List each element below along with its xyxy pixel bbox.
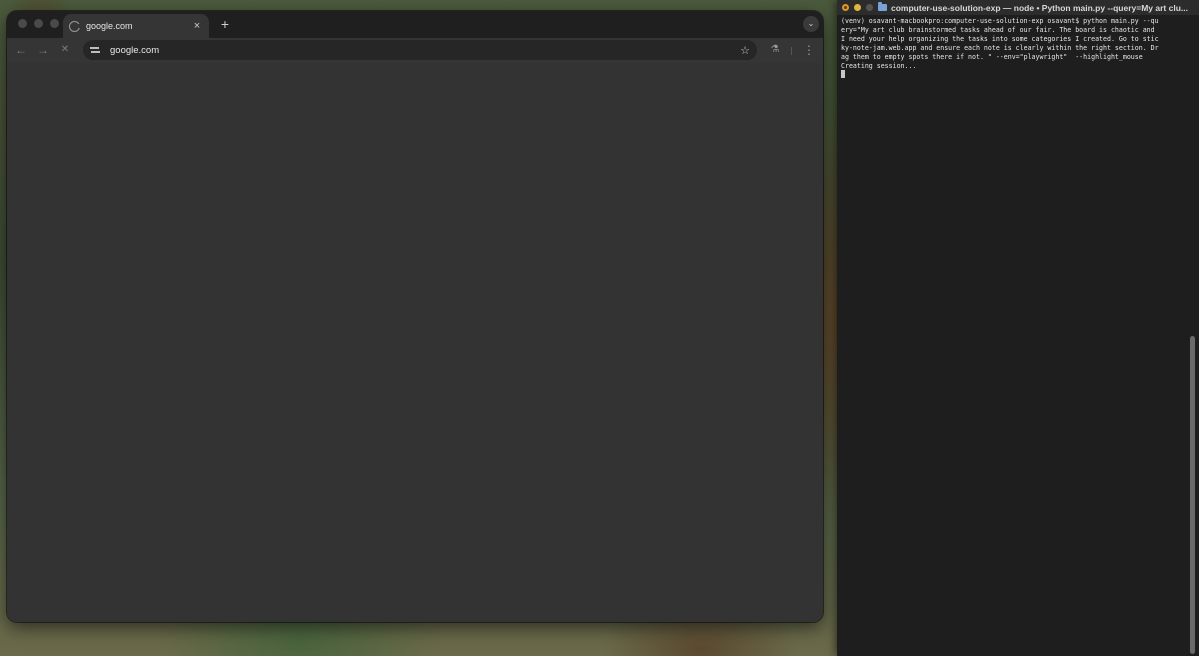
tune-icon[interactable] bbox=[88, 45, 104, 55]
terminal-output[interactable]: (venv) osavant-macbookpro:computer-use-s… bbox=[841, 17, 1185, 79]
url-input[interactable] bbox=[110, 44, 741, 56]
terminal-line: I need your help organizing the tasks in… bbox=[841, 34, 1159, 43]
tab-google[interactable]: google.com × bbox=[63, 14, 209, 38]
tab-strip: google.com × + ⌄ bbox=[7, 11, 823, 38]
close-tab-icon[interactable]: × bbox=[191, 20, 203, 32]
terminal-line: ery="My art club brainstormed tasks ahea… bbox=[841, 25, 1155, 34]
terminal-titlebar: computer-use-solution-exp — node • Pytho… bbox=[837, 0, 1199, 15]
terminal-line: ag them to empty spots there if not. " -… bbox=[841, 52, 1143, 61]
labs-flask-icon[interactable]: ⚗ bbox=[768, 42, 782, 58]
folder-icon bbox=[878, 2, 887, 11]
minimize-window-button[interactable] bbox=[34, 19, 43, 28]
tab-search-button[interactable]: ⌄ bbox=[803, 16, 819, 32]
google-g-icon bbox=[69, 20, 81, 32]
back-arrow-icon[interactable]: ← bbox=[13, 42, 29, 58]
terminal-window: computer-use-solution-exp — node • Pytho… bbox=[837, 0, 1199, 656]
terminal-line: Creating session... bbox=[841, 61, 917, 70]
address-bar[interactable]: ☆ bbox=[83, 40, 757, 60]
browser-toolbar: ← → ✕ ☆ ⚗ ⋮ bbox=[7, 38, 823, 64]
page-content[interactable] bbox=[7, 63, 823, 622]
new-tab-button[interactable]: + bbox=[217, 16, 233, 32]
stop-loading-icon[interactable]: ✕ bbox=[57, 42, 73, 58]
terminal-cursor bbox=[841, 70, 845, 79]
terminal-close-button[interactable] bbox=[842, 4, 849, 11]
terminal-minimize-button[interactable] bbox=[854, 4, 861, 11]
terminal-zoom-button[interactable] bbox=[866, 4, 873, 11]
bookmark-star-icon[interactable]: ☆ bbox=[740, 44, 750, 57]
close-window-button[interactable] bbox=[18, 19, 27, 28]
forward-arrow-icon[interactable]: → bbox=[35, 42, 51, 58]
browser-window: google.com × + ⌄ ← → ✕ ☆ ⚗ ⋮ bbox=[7, 11, 823, 622]
toolbar-divider bbox=[791, 47, 792, 55]
terminal-scrollbar[interactable] bbox=[1190, 336, 1195, 654]
terminal-line: (venv) osavant-macbookpro:computer-use-s… bbox=[841, 17, 1159, 25]
tab-title: google.com bbox=[86, 21, 133, 31]
zoom-window-button[interactable] bbox=[50, 19, 59, 28]
terminal-title: computer-use-solution-exp — node • Pytho… bbox=[891, 2, 1188, 13]
more-menu-icon[interactable]: ⋮ bbox=[802, 42, 816, 58]
window-controls bbox=[18, 19, 59, 28]
terminal-line: ky-note-jam.web.app and ensure each note… bbox=[841, 43, 1159, 52]
